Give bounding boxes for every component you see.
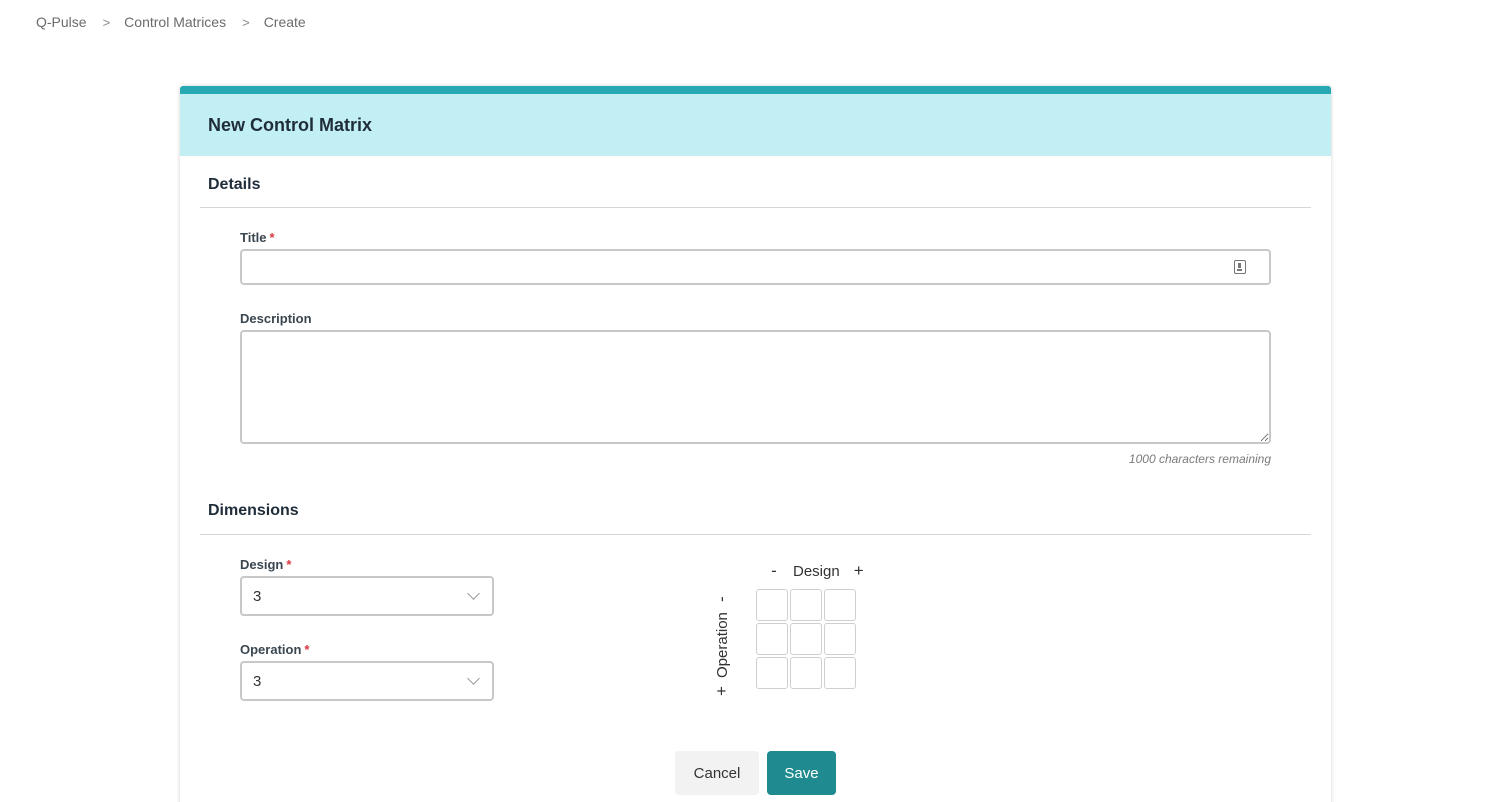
title-label: Title * (240, 230, 275, 245)
dimensions-heading: Dimensions (208, 502, 299, 519)
matrix-cell[interactable] (790, 657, 822, 689)
matrix-cell[interactable] (756, 623, 788, 655)
design-select[interactable]: 3 (240, 576, 494, 616)
title-label-text: Title (240, 230, 267, 245)
operation-label: Operation * (240, 642, 309, 657)
operation-decrease-button[interactable]: - (712, 592, 732, 606)
operation-increase-button[interactable]: + (712, 684, 732, 698)
character-count: 1000 characters remaining (1128, 452, 1271, 466)
design-select-value: 3 (253, 587, 262, 605)
page-title: New Control Matrix (208, 114, 373, 135)
breadcrumb-item-create: Create (263, 14, 306, 30)
breadcrumb-item-control-matrices[interactable]: Control Matrices (124, 14, 226, 30)
design-decrease-button[interactable]: - (767, 561, 781, 581)
breadcrumb-separator-icon: > (242, 14, 250, 30)
breadcrumb-item-q-pulse[interactable]: Q-Pulse (36, 14, 87, 30)
save-button[interactable]: Save (767, 751, 836, 795)
breadcrumb-separator-icon: > (102, 14, 111, 30)
control-matrix-grid (756, 589, 856, 689)
description-label: Description (240, 311, 312, 326)
operation-select-value: 3 (253, 672, 262, 690)
operation-label-text: Operation (240, 642, 302, 657)
matrix-cell[interactable] (790, 623, 822, 655)
new-control-matrix-card: New Control Matrix Details Title * Descri… (180, 86, 1331, 802)
matrix-cell[interactable] (824, 657, 856, 689)
details-heading: Details (208, 176, 261, 193)
matrix-cell[interactable] (756, 589, 788, 621)
card-header: New Control Matrix (180, 94, 1331, 156)
chevron-down-icon (467, 672, 480, 685)
design-label-text: Design (240, 557, 284, 572)
cancel-button[interactable]: Cancel (675, 751, 759, 795)
matrix-design-header: - Design + (767, 561, 866, 581)
required-marker: * (286, 557, 292, 572)
chevron-down-icon (467, 587, 480, 600)
matrix-cell[interactable] (790, 589, 822, 621)
details-divider (200, 207, 1311, 208)
matrix-operation-header: + Operation - (712, 578, 732, 698)
field-lookup-icon[interactable] (1234, 260, 1246, 274)
operation-select[interactable]: 3 (240, 661, 494, 701)
matrix-design-label: Design (793, 562, 840, 580)
matrix-operation-label: Operation (713, 612, 731, 678)
breadcrumb: Q-Pulse > Control Matrices > Create (36, 14, 306, 30)
required-marker: * (304, 642, 310, 657)
matrix-cell[interactable] (824, 589, 856, 621)
card-accent-bar (180, 86, 1331, 94)
design-increase-button[interactable]: + (852, 561, 866, 581)
required-marker: * (269, 230, 275, 245)
description-textarea[interactable] (240, 330, 1271, 444)
matrix-cell[interactable] (756, 657, 788, 689)
dimensions-divider (200, 534, 1311, 535)
matrix-cell[interactable] (824, 623, 856, 655)
design-label: Design * (240, 557, 291, 572)
title-input[interactable] (240, 249, 1271, 285)
